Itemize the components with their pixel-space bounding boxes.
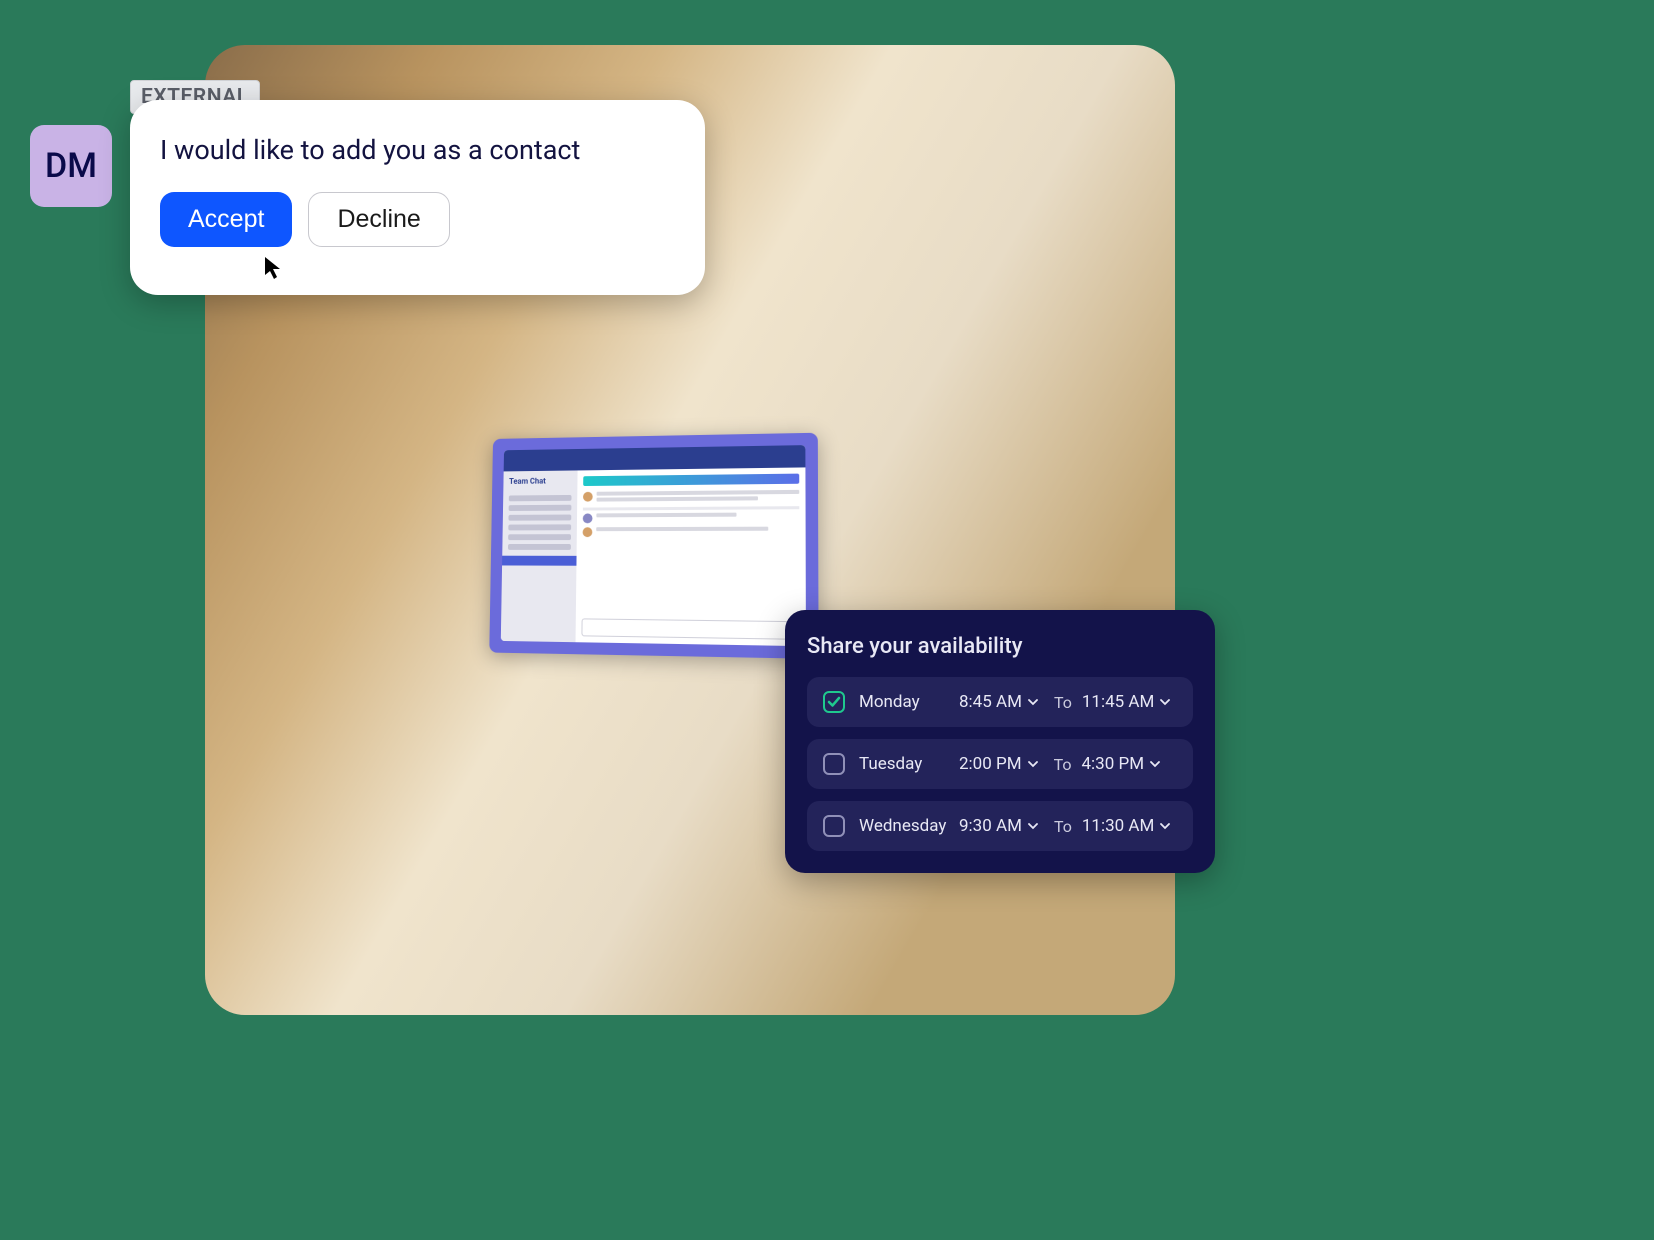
checkbox-tuesday[interactable] bbox=[823, 753, 845, 775]
chevron-down-icon bbox=[1160, 820, 1172, 832]
checkbox-monday[interactable] bbox=[823, 691, 845, 713]
availability-panel: Share your availability Monday 8:45 AM T… bbox=[785, 610, 1215, 873]
end-time-select[interactable]: 4:30 PM bbox=[1081, 754, 1162, 774]
chevron-down-icon bbox=[1160, 696, 1172, 708]
end-time-select[interactable]: 11:30 AM bbox=[1082, 816, 1172, 836]
availability-title: Share your availability bbox=[807, 634, 1193, 659]
day-label: Wednesday bbox=[859, 816, 959, 836]
app-title: Team Chat bbox=[503, 470, 577, 491]
laptop-screen: Team Chat bbox=[489, 433, 818, 659]
start-time-select[interactable]: 9:30 AM bbox=[959, 816, 1040, 836]
start-time-select[interactable]: 2:00 PM bbox=[959, 754, 1040, 774]
contact-request-message: I would like to add you as a contact bbox=[160, 134, 675, 166]
contact-avatar: DM bbox=[30, 125, 112, 207]
availability-row-wednesday: Wednesday 9:30 AM To 11:30 AM bbox=[807, 801, 1193, 851]
availability-row-monday: Monday 8:45 AM To 11:45 AM bbox=[807, 677, 1193, 727]
end-time-select[interactable]: 11:45 AM bbox=[1082, 692, 1172, 712]
check-icon bbox=[827, 695, 841, 709]
accept-button[interactable]: Accept bbox=[160, 192, 292, 247]
availability-row-tuesday: Tuesday 2:00 PM To 4:30 PM bbox=[807, 739, 1193, 789]
contact-request-actions: Accept Decline bbox=[160, 192, 675, 247]
cursor-pointer-icon bbox=[263, 255, 283, 281]
chevron-down-icon bbox=[1028, 758, 1040, 770]
day-label: Monday bbox=[859, 692, 959, 712]
chevron-down-icon bbox=[1028, 696, 1040, 708]
chevron-down-icon bbox=[1028, 820, 1040, 832]
checkbox-wednesday[interactable] bbox=[823, 815, 845, 837]
to-label: To bbox=[1054, 755, 1072, 774]
day-label: Tuesday bbox=[859, 754, 959, 774]
to-label: To bbox=[1054, 817, 1072, 836]
chevron-down-icon bbox=[1150, 758, 1162, 770]
decline-button[interactable]: Decline bbox=[308, 192, 449, 247]
contact-request-card: I would like to add you as a contact Acc… bbox=[130, 100, 705, 295]
start-time-select[interactable]: 8:45 AM bbox=[959, 692, 1040, 712]
to-label: To bbox=[1054, 693, 1072, 712]
